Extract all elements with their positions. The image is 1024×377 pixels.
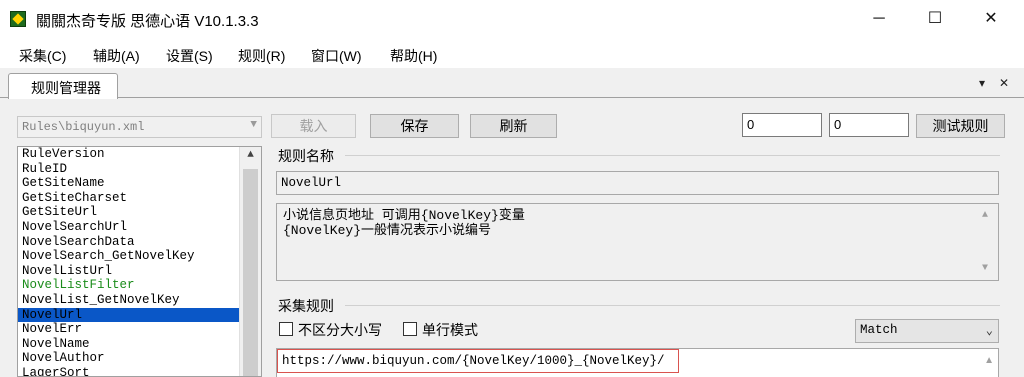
test-rule-button[interactable]: 测试规则 — [916, 114, 1005, 138]
save-button[interactable]: 保存 — [370, 114, 459, 138]
pattern-editor[interactable]: https://www.biquyun.com/{NovelKey/1000}_… — [276, 348, 999, 377]
collect-rule-heading: 采集规则 — [278, 298, 334, 314]
rule-name-heading: 规则名称 — [278, 148, 334, 164]
match-mode-value: Match — [860, 323, 898, 337]
scroll-up-icon[interactable]: ▲ — [982, 208, 988, 223]
tab-label: 规则管理器 — [31, 80, 101, 96]
scroll-up-icon[interactable]: ▲ — [240, 149, 261, 161]
start-index-input[interactable]: 0 — [742, 113, 822, 137]
end-index-input[interactable]: 0 — [829, 113, 909, 137]
title-bar: 關關杰奇专版 思德心语 V10.1.3.3 ─ ☐ ✕ — [0, 0, 1024, 38]
description-line: {NovelKey}一般情况表示小说编号 — [283, 223, 492, 238]
match-mode-select[interactable]: Match ⌄ — [855, 319, 999, 343]
case-insensitive-label[interactable]: 不区分大小写 — [298, 320, 382, 340]
list-item[interactable]: GetSiteName — [18, 176, 261, 191]
rule-file-select[interactable]: Rules\biquyun.xml ▼ — [17, 116, 262, 138]
list-item[interactable]: NovelAuthor — [18, 351, 261, 366]
rule-description-box[interactable]: 小说信息页地址 可调用{NovelKey}变量 {NovelKey}一般情况表示… — [276, 203, 999, 281]
single-line-checkbox[interactable] — [403, 322, 417, 336]
menu-assist[interactable]: 辅助(A) — [93, 46, 140, 66]
scroll-thumb[interactable] — [243, 169, 258, 376]
menu-bar: 采集(C) 辅助(A) 设置(S) 规则(R) 窗口(W) 帮助(H) — [0, 38, 1024, 68]
chevron-down-icon: ▼ — [250, 119, 257, 131]
maximize-button[interactable]: ☐ — [912, 0, 958, 38]
list-item[interactable]: RuleID — [18, 162, 261, 177]
rule-item-list[interactable]: RuleVersion RuleID GetSiteName GetSiteChars… — [17, 146, 262, 377]
menu-help[interactable]: 帮助(H) — [390, 46, 437, 66]
pattern-text[interactable]: https://www.biquyun.com/{NovelKey/1000}_… — [277, 349, 679, 373]
list-item[interactable]: NovelName — [18, 337, 261, 352]
refresh-button[interactable]: 刷新 — [470, 114, 557, 138]
list-item[interactable]: LagerSort — [18, 366, 261, 376]
minimize-button[interactable]: ─ — [856, 0, 902, 38]
list-item[interactable]: GetSiteUrl — [18, 205, 261, 220]
list-item[interactable]: NovelSearchUrl — [18, 220, 261, 235]
tab-close-icon[interactable]: ✕ — [999, 76, 1009, 90]
description-line: 小说信息页地址 可调用{NovelKey}变量 — [283, 208, 525, 223]
tab-dropdown-icon[interactable]: ▾ — [979, 76, 985, 90]
divider — [345, 305, 1000, 306]
load-button[interactable]: 载入 — [271, 114, 356, 138]
list-scrollbar[interactable]: ▲ — [239, 147, 261, 376]
rule-name-field[interactable]: NovelUrl — [276, 171, 999, 195]
chevron-down-icon: ⌄ — [985, 324, 993, 338]
list-item[interactable]: NovelErr — [18, 322, 261, 337]
divider — [345, 155, 1000, 156]
window-title: 關關杰奇专版 思德心语 V10.1.3.3 — [36, 13, 259, 30]
case-insensitive-checkbox[interactable] — [279, 322, 293, 336]
list-item[interactable]: GetSiteCharset — [18, 191, 261, 206]
menu-settings[interactable]: 设置(S) — [166, 46, 213, 66]
app-icon — [10, 11, 26, 27]
menu-collect[interactable]: 采集(C) — [19, 46, 66, 66]
menu-window[interactable]: 窗口(W) — [311, 46, 362, 66]
list-item[interactable]: NovelSearch_GetNovelKey — [18, 249, 261, 264]
single-line-label[interactable]: 单行模式 — [422, 320, 478, 340]
description-scrollbar[interactable]: ▲ ▼ — [978, 204, 998, 280]
menu-rules[interactable]: 规则(R) — [238, 46, 285, 66]
list-item[interactable]: RuleVersion — [18, 147, 261, 162]
list-item[interactable]: NovelSearchData — [18, 235, 261, 250]
tab-rule-manager[interactable]: 规则管理器 — [8, 73, 118, 99]
tab-strip — [0, 68, 1024, 98]
rule-file-value: Rules\biquyun.xml — [22, 120, 145, 134]
list-item[interactable]: NovelUrl — [18, 307, 261, 323]
scroll-up-icon[interactable]: ▲ — [984, 355, 994, 366]
list-item[interactable]: NovelList_GetNovelKey — [18, 293, 261, 308]
close-button[interactable]: ✕ — [968, 0, 1014, 38]
scroll-down-icon[interactable]: ▼ — [982, 261, 988, 276]
list-item[interactable]: NovelListFilter — [18, 278, 261, 293]
list-item[interactable]: NovelListUrl — [18, 264, 261, 279]
